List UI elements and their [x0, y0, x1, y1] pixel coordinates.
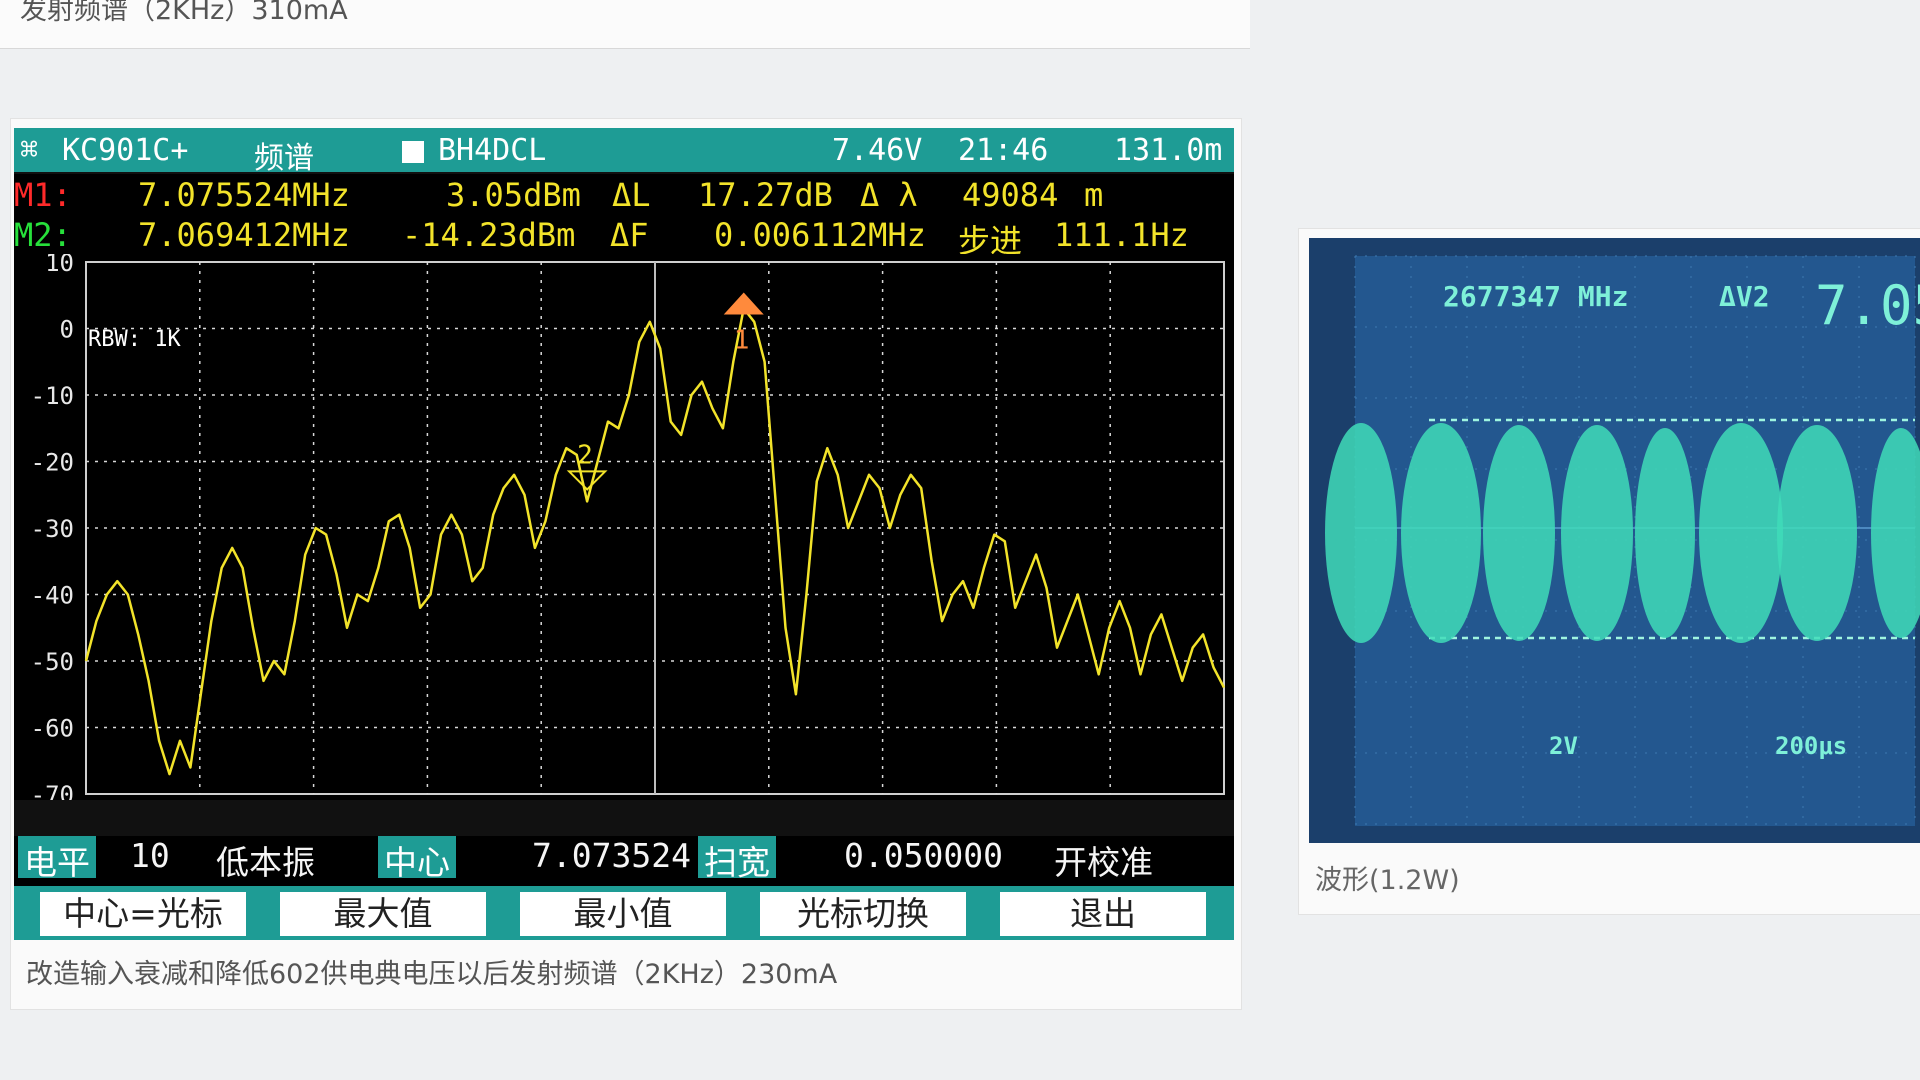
- counter-readout: 131.0m: [1114, 133, 1223, 168]
- scope-time-div: 200μs: [1775, 732, 1848, 760]
- scope-envelope-lobe: [1699, 423, 1783, 643]
- top-caption: 发射频谱（2KHz）310mA: [20, 0, 348, 26]
- y-tick-label: 0: [60, 316, 74, 344]
- m1-lambda-label: Δ λ: [860, 176, 918, 214]
- clock-time: 21:46: [958, 133, 1049, 168]
- spectrum-plot: 10 0 -10 -20 -30 -40 -50 -60 -70 RBW: 1K 1 2: [14, 249, 1234, 809]
- scope-delta-label: ΔV2: [1719, 280, 1770, 313]
- y-tick-label: -20: [31, 449, 74, 477]
- scope-envelope-lobe: [1325, 423, 1397, 643]
- y-tick-label: -70: [31, 781, 74, 800]
- m1-level: 3.05dBm: [446, 176, 581, 214]
- analyzer-titlebar: ⌘ KC901C+ 频谱 BH4DCL 7.46V 21:46 131.0m: [14, 128, 1234, 176]
- rbw-label: RBW: 1K: [88, 327, 181, 352]
- scope-volts-div: 2V: [1549, 732, 1578, 760]
- m1-delta-level: 17.27dB: [698, 176, 833, 214]
- m2-frequency: 7.069412MHz: [138, 216, 350, 254]
- marker2-row: M2: 7.069412MHz -14.23dBm ΔF 0.006112MHz…: [14, 214, 1234, 260]
- level-label[interactable]: 电平: [18, 836, 96, 882]
- marker1-icon: [723, 292, 764, 315]
- scope-envelope-lobe: [1635, 428, 1695, 638]
- callsign: BH4DCL: [438, 133, 547, 168]
- right-image-caption: 波形(1.2W): [1315, 865, 1460, 896]
- marker1-row: M1: 7.075524MHz 3.05dBm ΔL 17.27dB Δ λ 4…: [14, 174, 1234, 214]
- m1-label: M1:: [14, 176, 72, 214]
- marker1-number: 1: [734, 326, 750, 356]
- scope-envelope-lobe: [1777, 425, 1857, 641]
- m2-label: M2:: [14, 216, 72, 254]
- exit-button[interactable]: 退出: [1000, 892, 1206, 936]
- center-to-marker-button[interactable]: 中心=光标: [40, 892, 246, 936]
- center-value: 7.073524: [532, 836, 691, 875]
- spectrum-analyzer-screen: ⌘ KC901C+ 频谱 BH4DCL 7.46V 21:46 131.0m M…: [14, 128, 1234, 940]
- marker2-number: 2: [577, 440, 593, 470]
- parameter-row: 电平 10 低本振 中心 7.073524 扫宽 0.050000 开校准: [14, 836, 1234, 892]
- scope-frequency: 2677347 MHz: [1443, 280, 1629, 313]
- low-lo-label[interactable]: 低本振: [216, 836, 315, 882]
- mode-title: 频谱: [254, 141, 314, 176]
- m1-frequency: 7.075524MHz: [138, 176, 350, 214]
- y-tick-label: -60: [31, 715, 74, 743]
- left-image-caption: 改造输入衰减和降低602供电典电压以后发射频谱（2KHz）230mA: [26, 959, 838, 990]
- y-tick-label: 10: [45, 254, 74, 277]
- span-value: 0.050000: [844, 836, 1003, 875]
- max-value-button[interactable]: 最大值: [280, 892, 486, 936]
- m2-delta-freq: 0.006112MHz: [714, 216, 926, 254]
- span-label[interactable]: 扫宽: [698, 836, 776, 882]
- antenna-icon: ⌘: [20, 133, 39, 168]
- marker2-icon: [566, 470, 608, 491]
- y-tick-label: -10: [31, 382, 74, 410]
- y-tick-label: -30: [31, 515, 74, 543]
- scope-envelope-lobe: [1401, 423, 1481, 643]
- scope-envelope-lobe: [1561, 425, 1633, 641]
- m1-lambda-value: 49084: [962, 176, 1059, 214]
- marker-switch-button[interactable]: 光标切换: [760, 892, 966, 936]
- calibration-label[interactable]: 开校准: [1054, 836, 1153, 882]
- m2-step-value: 111.1Hz: [1054, 216, 1189, 254]
- m1-delta-label: ΔL: [612, 176, 651, 214]
- min-value-button[interactable]: 最小值: [520, 892, 726, 936]
- battery-voltage: 7.46V: [832, 133, 923, 168]
- scope-delta-value: 7.05: [1815, 274, 1920, 337]
- m2-level: -14.23dBm: [402, 216, 576, 254]
- y-tick-label: -50: [31, 648, 74, 676]
- spectrum-chart: 10 0 -10 -20 -30 -40 -50 -60 -70 RBW: 1K 1 2: [31, 249, 1226, 809]
- m2-delta-label: ΔF: [610, 216, 649, 254]
- status-square-icon: [402, 141, 424, 163]
- device-model: KC901C+: [62, 133, 189, 168]
- softkey-bar: 中心=光标 最大值 最小值 光标切换 退出: [14, 886, 1234, 940]
- center-label[interactable]: 中心: [378, 836, 456, 882]
- scope-envelope-lobe: [1483, 425, 1555, 641]
- level-value: 10: [130, 836, 170, 875]
- m1-lambda-unit: m: [1084, 176, 1104, 214]
- y-tick-label: -40: [31, 582, 74, 610]
- oscilloscope-photo: 2677347 MHz ΔV2 7.05 2V 200μs: [1309, 238, 1920, 843]
- top-caption-card: 发射频谱（2KHz）310mA: [0, 0, 1250, 49]
